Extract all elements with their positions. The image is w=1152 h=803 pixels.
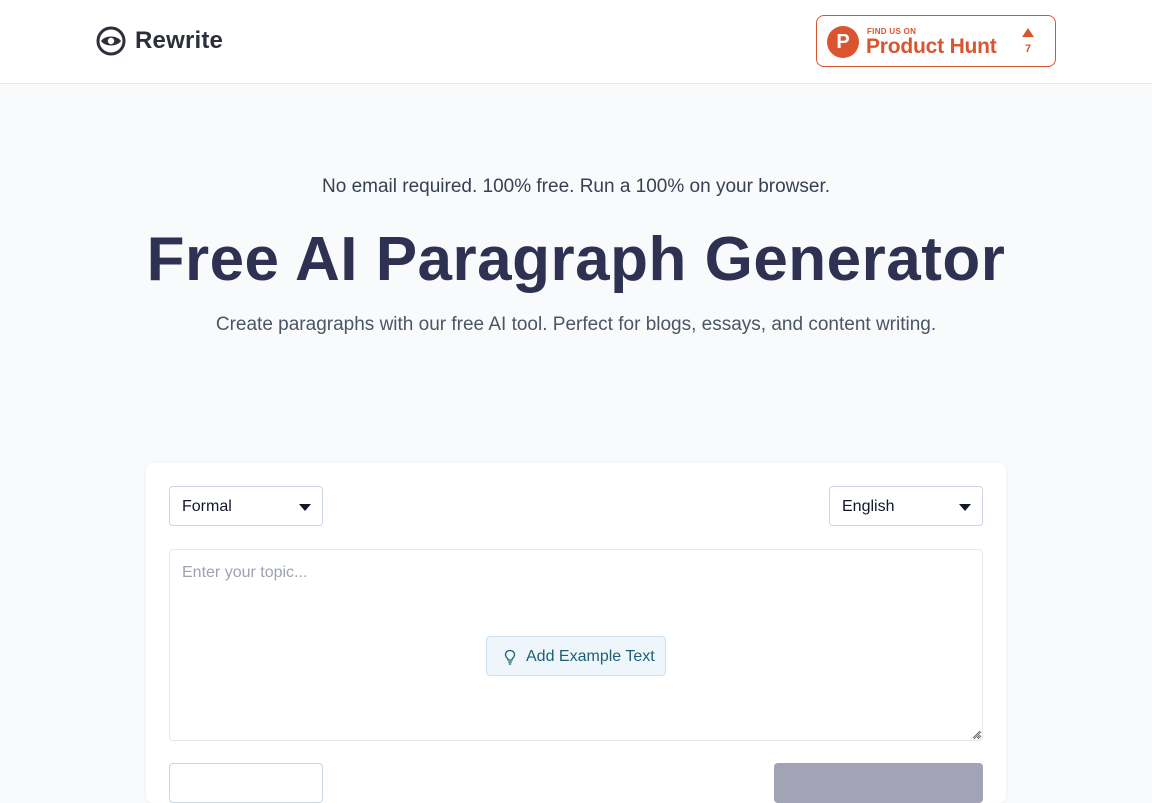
logo-icon [96, 26, 126, 56]
resize-handle-icon[interactable] [971, 729, 981, 739]
logo-text: Rewrite [135, 27, 224, 54]
page-title: Free AI Paragraph Generator [146, 225, 1006, 294]
upvote-arrow-icon [1022, 28, 1034, 37]
tone-select-value: Formal [182, 498, 232, 515]
site-header: Rewrite P FIND US ON Product Hunt 7 [0, 0, 1152, 84]
product-hunt-badge[interactable]: P FIND US ON Product Hunt 7 [816, 15, 1056, 67]
caret-down-icon [299, 504, 311, 511]
upvote-count: 7 [1024, 43, 1032, 55]
caret-down-icon [959, 504, 971, 511]
product-hunt-icon: P [827, 26, 859, 58]
language-select-value: English [842, 498, 895, 515]
logo-link[interactable]: Rewrite [96, 25, 223, 57]
length-select[interactable] [169, 763, 323, 803]
generate-button[interactable] [774, 763, 983, 803]
add-example-text-button[interactable]: Add Example Text [486, 636, 666, 676]
add-example-text-label: Add Example Text [526, 648, 655, 665]
product-hunt-name: Product Hunt [866, 35, 997, 58]
hero-tagline: No email required. 100% free. Run a 100%… [322, 176, 830, 197]
language-select[interactable]: English [829, 486, 983, 526]
lightbulb-icon [504, 649, 516, 665]
tone-select[interactable]: Formal [169, 486, 323, 526]
hero-subtitle: Create paragraphs with our free AI tool.… [215, 314, 937, 335]
generator-card: Formal English Add Example Text [146, 463, 1006, 803]
